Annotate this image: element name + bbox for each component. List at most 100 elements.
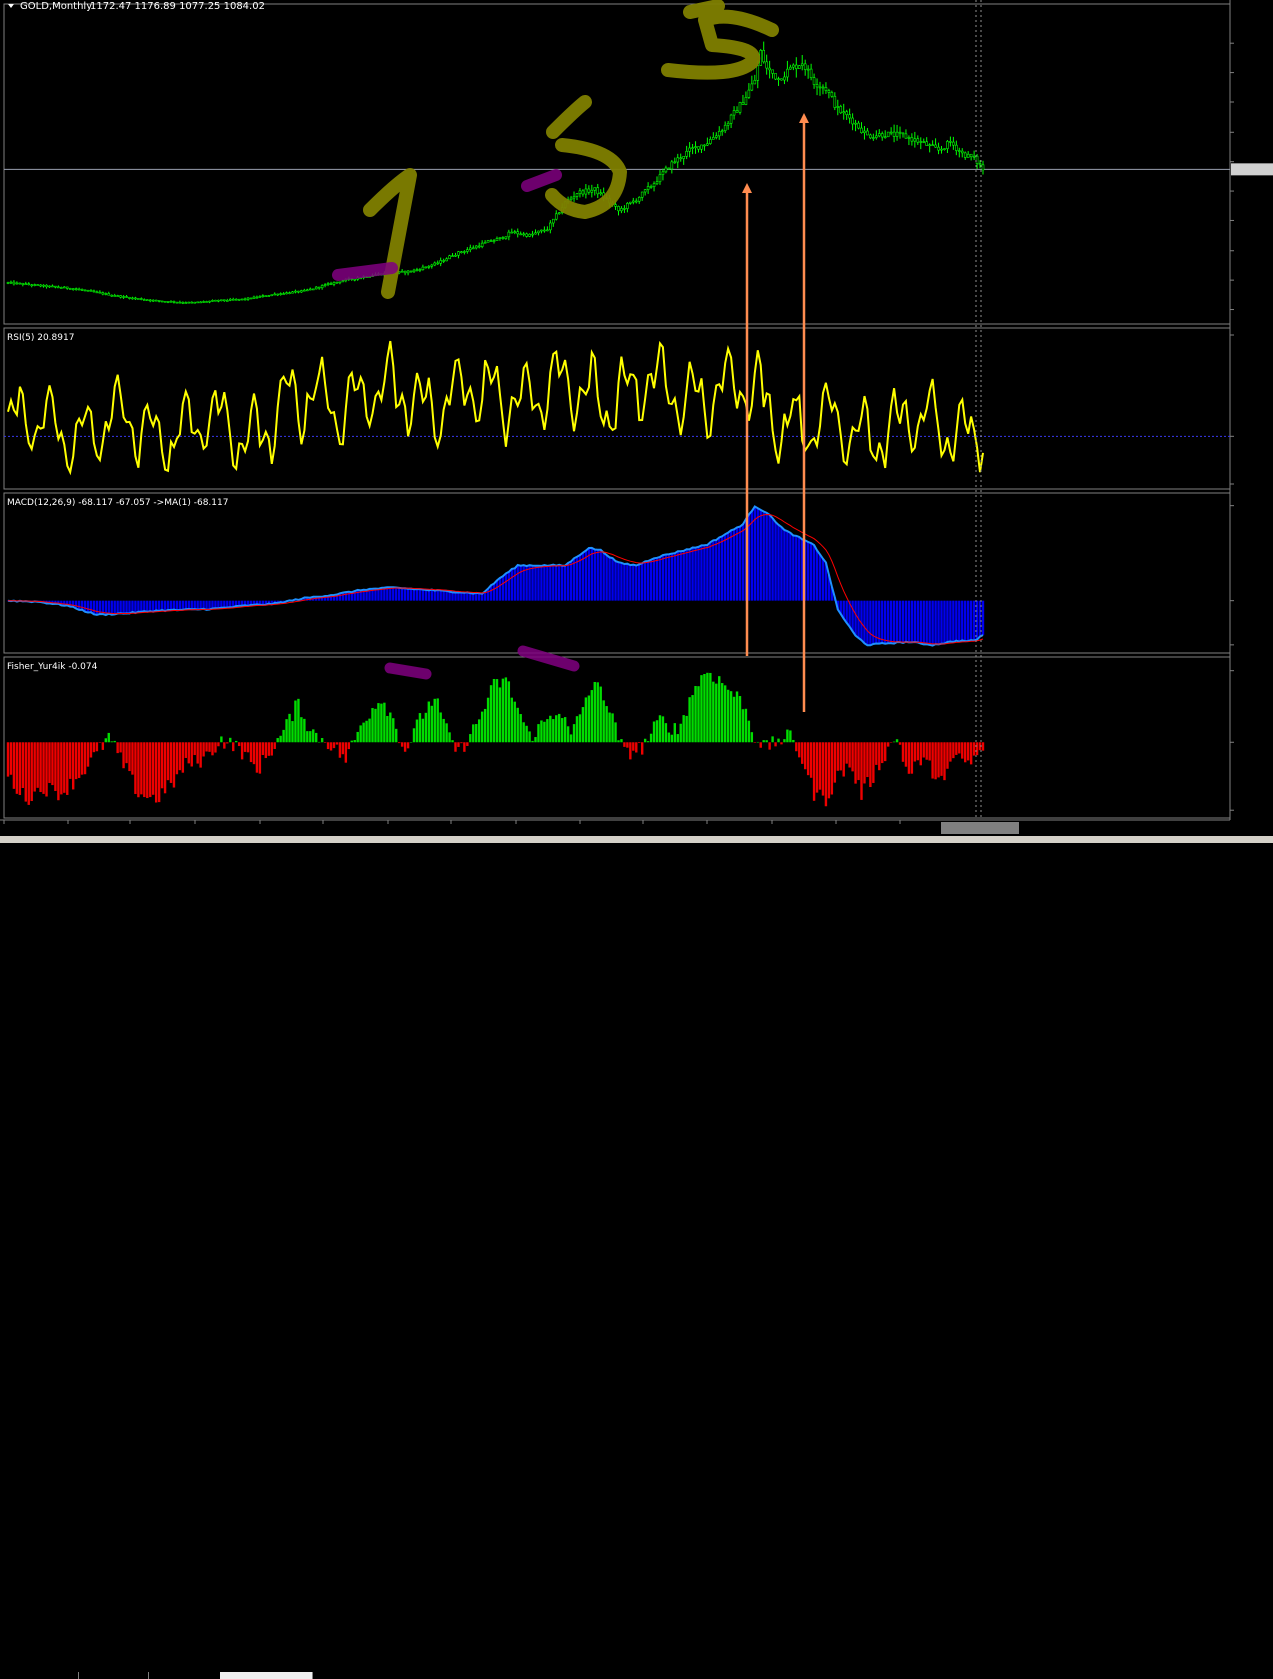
fisher-bar-down (836, 742, 839, 771)
price-candle-body (522, 233, 525, 236)
macd-histogram-bar (682, 550, 685, 601)
macd-histogram-bar (709, 542, 712, 601)
fisher-bar-down (226, 742, 229, 744)
fisher-bar-down (86, 742, 90, 767)
fisher-bar-down (51, 742, 54, 786)
fisher-bar-down (884, 742, 887, 762)
macd-histogram-bar (712, 540, 715, 601)
price-candle-body (626, 203, 629, 209)
price-candle-body (125, 296, 128, 298)
price-candle-body (267, 295, 271, 297)
fisher-bar-up (478, 719, 481, 743)
macd-histogram-bar (688, 549, 691, 601)
fisher-bar-down (949, 742, 952, 762)
fisher-bar-up (525, 725, 528, 743)
trading-chart[interactable]: GOLD,Monthly 1172.47 1176.89 1077.25 108… (0, 0, 1273, 843)
fisher-bar-down (66, 742, 69, 795)
fisher-bar-down (943, 742, 946, 781)
price-candle-body (119, 295, 122, 298)
price-candle-body (741, 102, 745, 105)
fisher-bar-up (317, 741, 321, 743)
price-candle-body (821, 86, 825, 89)
price-candle-body (30, 284, 34, 287)
macd-histogram-bar (925, 600, 928, 645)
price-candle-body (593, 187, 597, 191)
price-candle-body (877, 133, 881, 137)
macd-histogram-bar (818, 554, 822, 601)
fisher-bar-down (27, 742, 30, 805)
macd-histogram-bar (472, 593, 475, 601)
fisher-bar-up (786, 729, 789, 743)
fisher-bar-down (869, 742, 872, 788)
fisher-bar-down (961, 742, 964, 759)
fisher-bar-down (344, 742, 348, 763)
fisher-bar-down (160, 742, 164, 789)
chart-tab[interactable] (0, 1672, 79, 1679)
fisher-bar-down (854, 742, 857, 784)
chart-tab[interactable] (148, 1672, 221, 1679)
macd-histogram-bar (160, 600, 164, 611)
macd-histogram-bar (602, 552, 605, 601)
fisher-bar-up (703, 674, 706, 743)
fisher-bar-up (549, 715, 552, 743)
macd-histogram-bar (442, 590, 445, 601)
macd-histogram-bar (415, 589, 419, 601)
price-candle-body (543, 229, 546, 232)
price-candle-body (596, 187, 600, 195)
fisher-bar-up (409, 741, 413, 743)
macd-histogram-bar (904, 600, 908, 642)
fisher-bar-down (267, 742, 270, 756)
price-candle-body (717, 131, 721, 137)
fisher-bar-up (895, 739, 899, 743)
price-candle-body (240, 298, 244, 301)
macd-histogram-bar (436, 589, 439, 601)
macd-histogram-bar (928, 600, 931, 645)
price-candle-body (33, 284, 36, 286)
fisher-bar-up (682, 715, 685, 743)
macd-histogram-bar (406, 588, 410, 601)
fisher-bar-down (223, 742, 226, 749)
fisher-bar-up (566, 726, 570, 743)
fisher-bar-down (981, 742, 985, 751)
price-candle-body (830, 92, 834, 97)
fisher-bar-down (955, 742, 958, 755)
fisher-bar-down (39, 742, 42, 793)
price-candle-body (726, 123, 730, 126)
fisher-bar-up (670, 734, 674, 743)
fisher-bar-down (323, 742, 327, 743)
fisher-bar-up (599, 686, 602, 743)
fisher-bar-down (95, 742, 99, 752)
fisher-bar-down (886, 742, 890, 747)
fisher-bar-down (969, 742, 973, 765)
price-candle-body (519, 233, 522, 236)
price-candle-body (495, 238, 499, 241)
fisher-bar-up (395, 728, 398, 743)
fisher-bar-up (771, 736, 774, 743)
price-candle-body (234, 298, 238, 301)
price-candle-body (190, 301, 194, 304)
price-candle-body (282, 293, 285, 295)
macd-histogram-bar (412, 589, 416, 601)
macd-histogram-bar (113, 600, 116, 615)
price-candle-body (421, 266, 425, 271)
fisher-bar-down (898, 742, 902, 745)
fisher-bar-down (623, 742, 626, 747)
chart-tab-active[interactable] (220, 1672, 313, 1679)
fisher-bar-down (901, 742, 905, 762)
price-candle-body (960, 150, 964, 154)
fisher-bar-up (380, 703, 383, 743)
fisher-bar-down (273, 742, 276, 749)
price-candle-body (297, 290, 300, 293)
fisher-bar-down (626, 742, 629, 748)
price-candle-body (815, 84, 819, 88)
price-candle-body (697, 146, 700, 150)
price-candle-body (237, 298, 241, 301)
macd-histogram-bar (460, 592, 463, 601)
macd-histogram-bar (762, 511, 765, 601)
price-candle-body (581, 190, 585, 195)
chart-tab[interactable] (78, 1672, 149, 1679)
macd-histogram-bar (397, 587, 401, 601)
price-candle-body (937, 146, 940, 151)
price-candle-body (21, 283, 25, 285)
price-candle-body (18, 282, 22, 285)
